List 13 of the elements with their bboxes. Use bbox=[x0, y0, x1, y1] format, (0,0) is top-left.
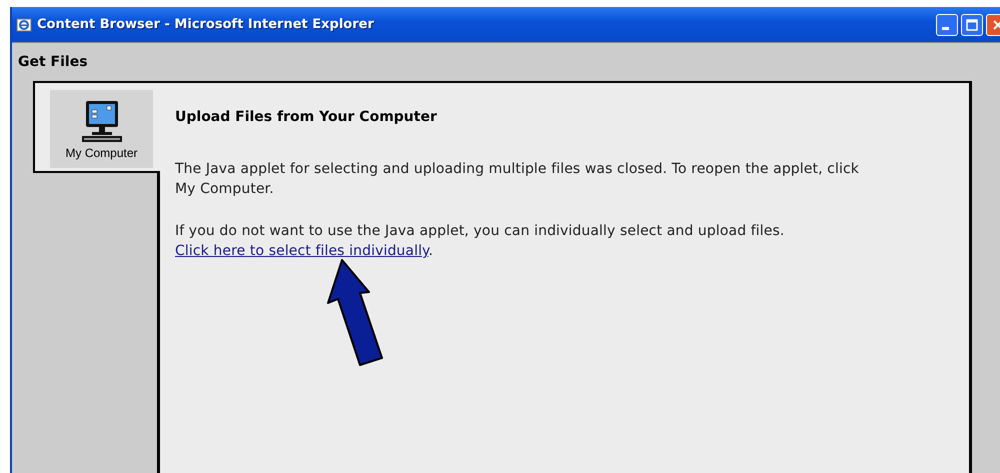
paragraph: If you do not want to use the Java applet, you can individually select and upload files. Click here to select files individually. bbox=[175, 222, 786, 261]
section-heading: Upload Files from Your Computer bbox=[175, 109, 438, 125]
minimize-icon bbox=[942, 27, 949, 30]
select-files-link[interactable]: Click here to select files individually bbox=[175, 243, 428, 259]
page-title: Get Files bbox=[17, 53, 89, 72]
minimize-button[interactable] bbox=[936, 14, 958, 36]
maximize-button[interactable] bbox=[961, 14, 983, 36]
my-computer-tab[interactable]: My Computer bbox=[33, 81, 160, 173]
window-title: Content Browser - Microsoft Internet Explorer bbox=[37, 17, 374, 32]
maximize-icon bbox=[966, 18, 978, 30]
close-icon bbox=[992, 18, 1000, 30]
browser-icon bbox=[16, 16, 32, 32]
paragraph: The Java applet for selecting and uploading multiple files was closed. To reopen the applet, click My Computer. bbox=[175, 160, 860, 199]
